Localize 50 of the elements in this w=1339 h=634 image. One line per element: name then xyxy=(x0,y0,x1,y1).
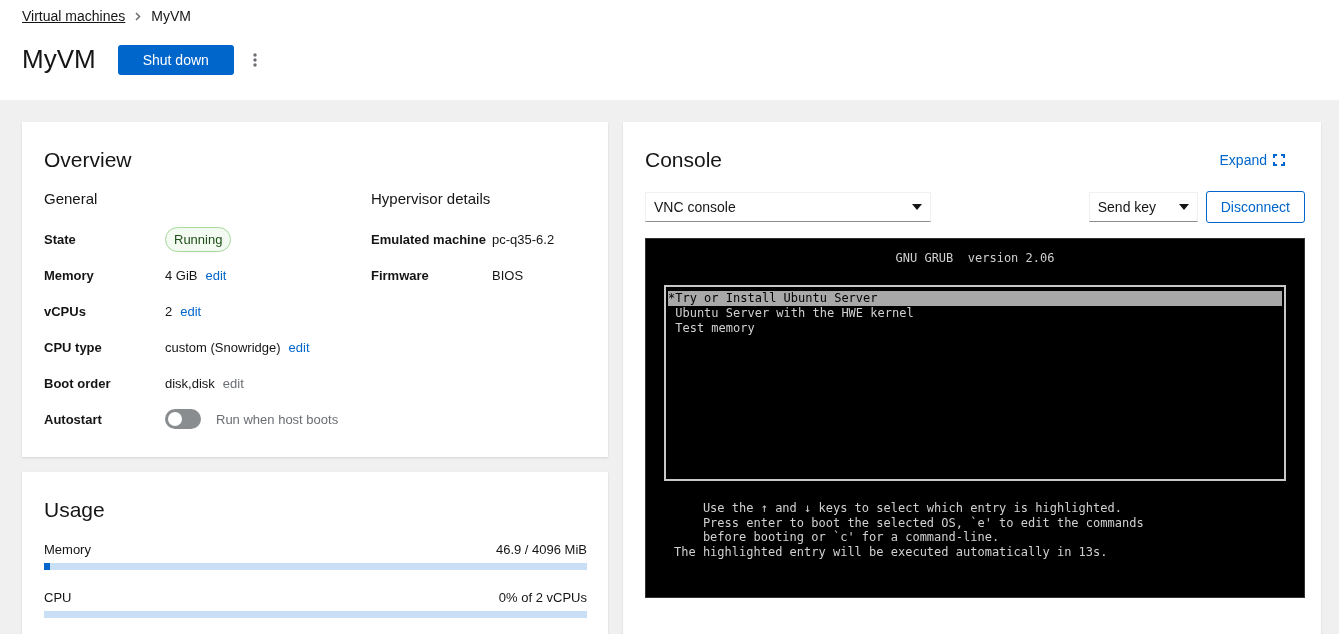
edit-link[interactable]: edit xyxy=(288,339,310,355)
field-value: pc-q35-6.2 xyxy=(492,231,555,247)
shut-down-button[interactable]: Shut down xyxy=(117,44,234,75)
field-value: disk,disk xyxy=(165,375,215,391)
card-title: Usage xyxy=(44,498,106,522)
grub-title: GNU GRUB version 2.06 xyxy=(894,251,1056,265)
field-label: Boot order xyxy=(44,375,112,391)
switch-label: Run when host boots xyxy=(216,411,339,427)
send-key-select[interactable]: Send key xyxy=(1088,192,1198,222)
field-label: Memory xyxy=(44,267,95,283)
expand-link[interactable]: Expand xyxy=(1219,152,1285,168)
breadcrumb-current: MyVM xyxy=(151,8,191,24)
kebab-menu-icon[interactable] xyxy=(252,52,257,67)
meter-label: Memory xyxy=(44,542,91,557)
field-label: CPU type xyxy=(44,339,103,355)
field-value: BIOS xyxy=(492,267,524,283)
help-text: The highlighted entry will be executed automatically in 13s. xyxy=(674,544,1109,559)
boot-menu-entry[interactable]: *Try or Install Ubuntu Server xyxy=(668,291,1282,306)
field-label: Autostart xyxy=(44,411,103,427)
expand-icon xyxy=(1273,154,1285,166)
edit-link[interactable]: edit xyxy=(180,303,202,319)
help-text: Press enter to boot the selected OS, `e' to edit the commands xyxy=(701,515,1145,530)
field-label: Emulated machine xyxy=(371,231,487,247)
card-title: Console xyxy=(645,148,723,172)
field-value: 2 xyxy=(165,303,173,319)
field-label: vCPUs xyxy=(44,303,87,319)
breadcrumb-link[interactable]: Virtual machines xyxy=(22,8,126,24)
boot-menu-entry[interactable]: Test memory xyxy=(668,321,1282,336)
help-text: Use the ↑ and ↓ keys to select which entry is highlighted. xyxy=(701,501,1123,516)
card-title: Overview xyxy=(44,148,133,172)
disconnect-button[interactable]: Disconnect xyxy=(1205,191,1305,223)
field-label: Firmware xyxy=(371,267,430,283)
caret-icon xyxy=(912,204,922,210)
section-heading: General xyxy=(44,190,99,207)
page-title: MyVM xyxy=(22,44,96,75)
boot-menu-entry[interactable]: Ubuntu Server with the HWE kernel xyxy=(668,306,1282,321)
section-heading: Hypervisor details xyxy=(371,190,492,207)
help-text: before booting or `c' for a command-line. xyxy=(701,530,1001,545)
caret-icon xyxy=(1178,204,1189,210)
field-label: State xyxy=(44,231,77,247)
field-value: custom (Snowridge) xyxy=(165,339,281,355)
status-label: Running xyxy=(165,226,232,252)
field-value: 4 GiB xyxy=(165,267,198,283)
meter-reading: 46.9 / 4096 MiB xyxy=(495,542,587,557)
chevron-right-icon xyxy=(135,11,142,21)
console-type-select[interactable]: VNC console xyxy=(645,192,931,222)
edit-link[interactable]: edit xyxy=(205,267,227,283)
meter-label: CPU xyxy=(44,590,72,605)
toggle-switch[interactable] xyxy=(165,409,201,429)
meter-reading: 0% of 2 vCPUs xyxy=(498,590,587,605)
